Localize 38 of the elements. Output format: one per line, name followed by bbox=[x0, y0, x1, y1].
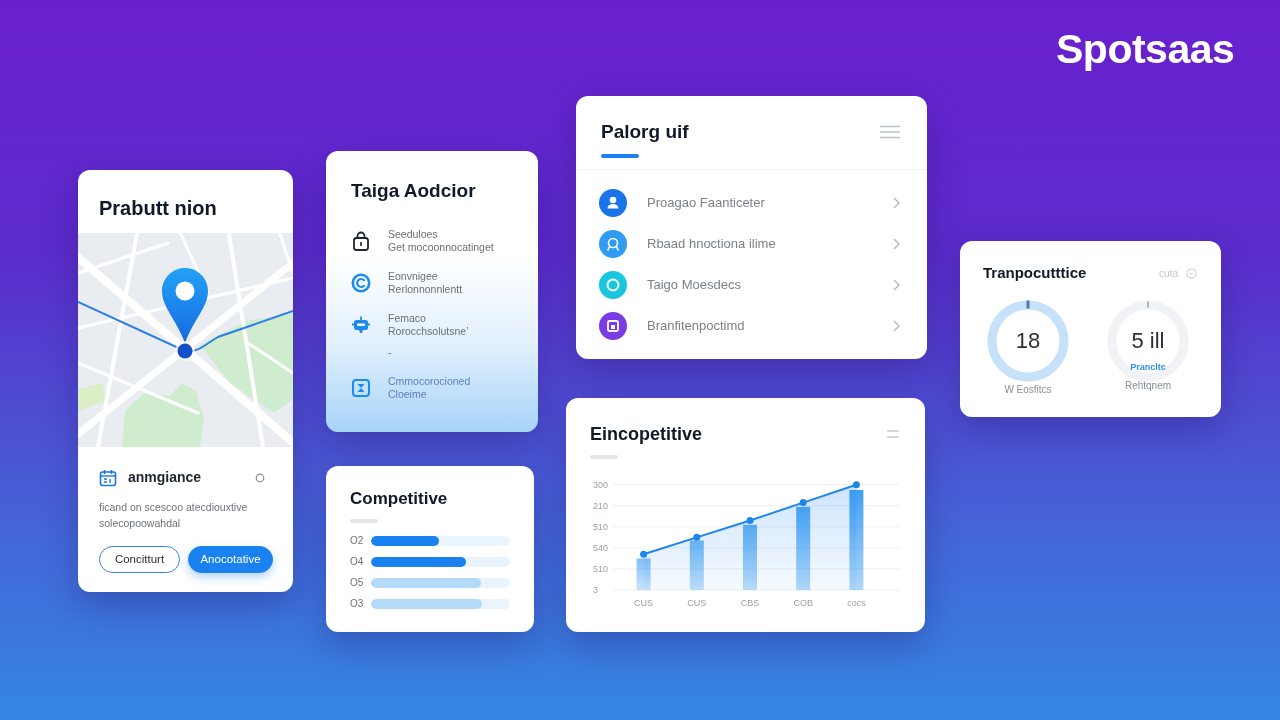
axis-label: COB bbox=[793, 598, 813, 608]
card-title: Palorg uif bbox=[601, 120, 689, 144]
bar-label: O4 bbox=[350, 557, 365, 567]
event-title: anmgiance bbox=[128, 468, 202, 487]
axis-label: 300 bbox=[593, 479, 609, 490]
axis-label: CUS bbox=[687, 598, 707, 608]
event-description: ficand on scescoo atecdiouxtive solecopoowahdal bbox=[99, 500, 249, 531]
feature-subtitle: Get mocoonnocatinget bbox=[388, 241, 494, 254]
feature-title: Femaco bbox=[388, 312, 427, 325]
axis-label: CUS bbox=[634, 598, 654, 608]
feature-subtitle: Rorocchsolutsne’ bbox=[388, 325, 469, 338]
axis-label: 3 bbox=[593, 585, 598, 595]
bar-label: O3 bbox=[350, 599, 365, 609]
card-title: Competitive bbox=[350, 488, 449, 510]
axis-label: 210 bbox=[593, 500, 609, 511]
feature-title: Cmmocorocioned bbox=[388, 375, 471, 388]
bar-label: O2 bbox=[350, 536, 365, 546]
bar-label: O5 bbox=[350, 578, 365, 588]
card-title: Eincopetitive bbox=[590, 423, 703, 446]
axis-label: 510 bbox=[593, 563, 609, 574]
feature-title: Eonvnigee bbox=[388, 270, 439, 283]
axis-label: 510 bbox=[593, 521, 609, 532]
axis-label: CBS bbox=[740, 598, 760, 608]
feature-subtitle: Cloeime bbox=[388, 388, 428, 401]
feature-note: - bbox=[388, 346, 393, 359]
card-title: Prabutt nion bbox=[98, 196, 218, 220]
gauge-label: Rehtqnem bbox=[1124, 380, 1172, 392]
gauge-caption: Prancltc bbox=[1130, 361, 1166, 373]
feature-title: Seeduloes bbox=[388, 228, 439, 241]
gauge-value: 5 ill bbox=[1131, 327, 1165, 355]
card-title: Taiga Aodcior bbox=[351, 179, 477, 203]
axis-label: 540 bbox=[593, 542, 609, 553]
axis-label: cocs bbox=[847, 598, 866, 608]
brand-logo: Spotsaas bbox=[1056, 25, 1235, 74]
gauge-value: 18 bbox=[1015, 327, 1041, 355]
feature-subtitle: Rerlonnonnlentt bbox=[388, 283, 463, 296]
card-title: Tranpocutttice bbox=[983, 263, 1087, 283]
gauge-label: W Eosfitcs bbox=[1004, 384, 1052, 396]
